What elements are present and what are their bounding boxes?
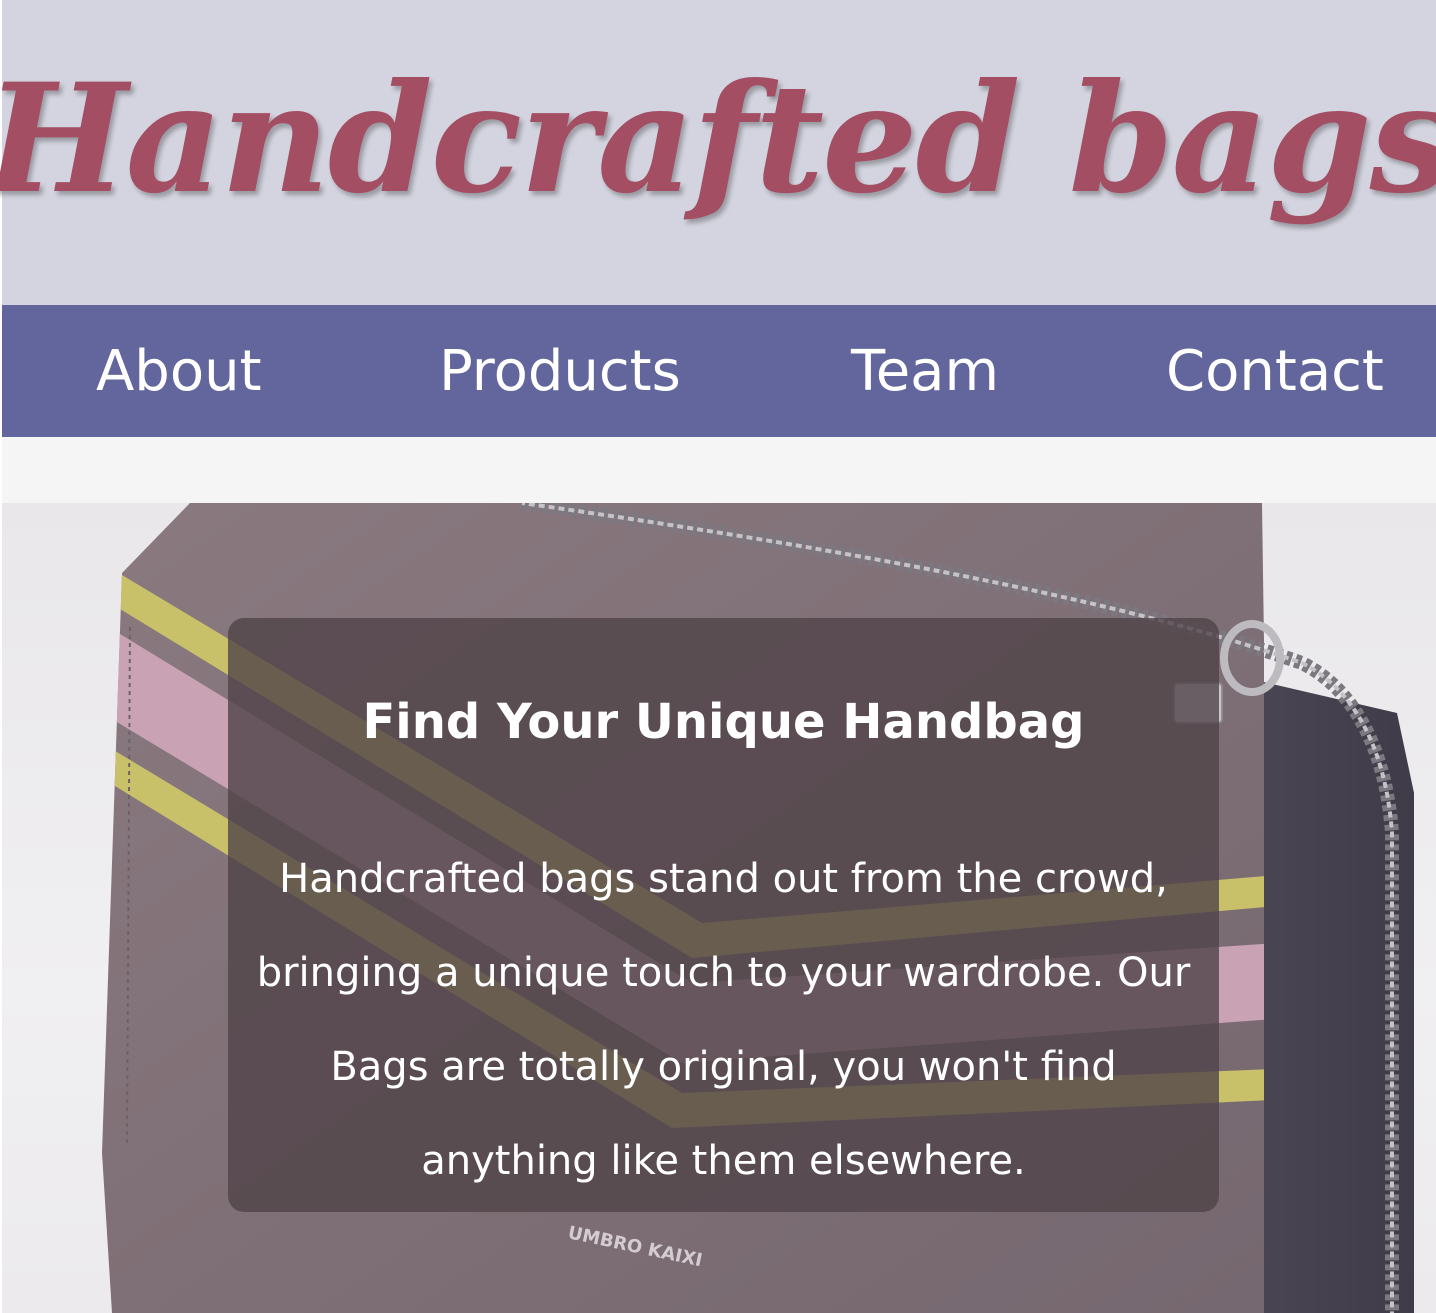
site-title: Handcrafted bags <box>0 50 1436 227</box>
site-header: Handcrafted bags <box>0 0 1436 305</box>
spacer-strip <box>2 437 1436 503</box>
nav-item-contact[interactable]: Contact <box>1166 337 1384 407</box>
nav-item-team[interactable]: Team <box>851 337 999 407</box>
hero-card: Find Your Unique Handbag Handcrafted bag… <box>228 618 1219 1212</box>
hero-heading: Find Your Unique Handbag <box>362 694 1085 750</box>
nav-item-products[interactable]: Products <box>439 337 681 407</box>
nav-item-about[interactable]: About <box>96 337 262 407</box>
hero-text: Handcrafted bags stand out from the crow… <box>256 856 1191 1184</box>
main-nav: About Products Team Contact <box>2 305 1436 437</box>
page: Handcrafted bags About Products Team Con… <box>0 0 1436 1313</box>
